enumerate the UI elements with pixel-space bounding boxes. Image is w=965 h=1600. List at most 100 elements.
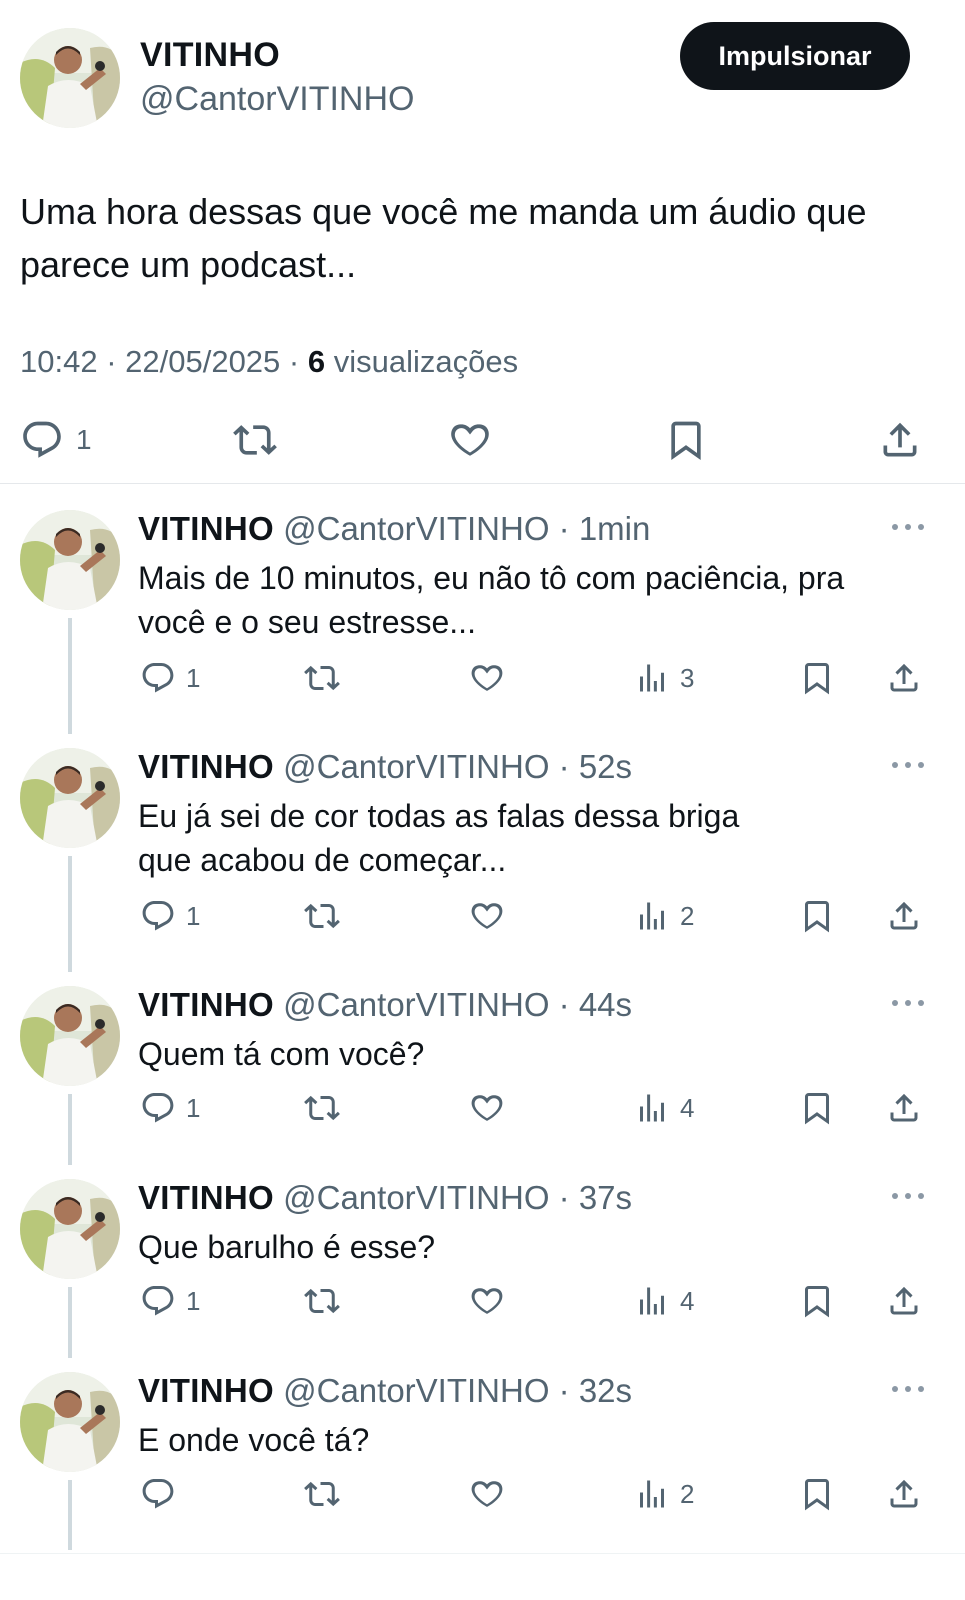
reply-count: 1 [186,1092,201,1123]
author-name[interactable]: VITINHO [138,1179,274,1216]
main-tweet-header: VITINHO @CantorVITINHO Impulsionar [0,0,965,140]
reply-button[interactable]: 1 [20,410,92,470]
author-name[interactable]: VITINHO [138,510,274,547]
more-icon[interactable] [890,522,926,532]
like-button[interactable] [469,894,505,938]
reply-count: 1 [186,1285,201,1316]
tweet-meta: 10:42 · 22/05/2025 · 6 visualizações [20,344,518,380]
reply-time[interactable]: 37s [579,1179,632,1216]
author-handle[interactable]: @CantorVITINHO [283,1179,549,1216]
reply-button[interactable] [140,1472,186,1516]
like-button[interactable] [469,1086,505,1130]
meta-separator: · [549,1179,579,1216]
heart-icon [469,1283,505,1319]
reply-action-bar: 2 [0,1472,965,1516]
bookmark-button[interactable] [799,894,835,938]
views-count: 2 [680,900,695,931]
author-handle[interactable]: @CantorVITINHO [140,80,414,119]
more-icon[interactable] [890,1384,926,1394]
author-handle[interactable]: @CantorVITINHO [283,1372,549,1409]
views-button[interactable]: 2 [634,894,694,938]
like-button[interactable] [469,656,505,700]
bookmark-button[interactable] [799,1086,835,1130]
like-button[interactable] [469,1472,505,1516]
more-icon[interactable] [890,998,926,1008]
reply-text-line: Que barulho é esse? [138,1229,436,1265]
tweet-date[interactable]: 22/05/2025 [125,344,280,379]
avatar[interactable] [20,28,120,128]
share-button[interactable] [886,1279,922,1323]
meta-separator: · [549,1372,579,1409]
bookmark-icon [799,1476,835,1512]
reply-time[interactable]: 44s [579,986,632,1023]
like-button[interactable] [448,410,492,470]
author-name[interactable]: VITINHO [138,986,274,1023]
share-icon [886,1476,922,1512]
share-button[interactable] [886,1472,922,1516]
views-count: 2 [680,1478,695,1509]
heart-icon [469,1476,505,1512]
boost-button[interactable]: Impulsionar [680,22,910,90]
reply-action-bar: 1 4 [0,1086,965,1130]
reply-text-line: você e o seu estresse... [138,604,476,640]
author-name[interactable]: VITINHO [140,36,280,75]
avatar[interactable] [20,1372,120,1472]
avatar[interactable] [20,986,120,1086]
retweet-button[interactable] [304,894,340,938]
author-name[interactable]: VITINHO [138,748,274,785]
heart-icon [448,418,492,462]
views-button[interactable]: 2 [634,1472,694,1516]
meta-separator: · [549,986,579,1023]
more-icon[interactable] [890,760,926,770]
views-count: 4 [680,1285,695,1316]
share-button[interactable] [886,1086,922,1130]
bookmark-button[interactable] [799,1472,835,1516]
share-button[interactable] [886,656,922,700]
reply-text-line: Eu já sei de cor todas as falas dessa br… [138,798,740,834]
reply-count: 1 [186,662,201,693]
reply-text-line: E onde você tá? [138,1422,370,1458]
bookmark-icon [799,1283,835,1319]
reply-header: VITINHO @CantorVITINHO · 1min [138,510,650,548]
meta-separator: · [549,510,579,547]
views-count: 4 [680,1092,695,1123]
reply-text: E onde você tá? [138,1418,938,1462]
share-button[interactable] [886,894,922,938]
reply-time[interactable]: 32s [579,1372,632,1409]
reply-action-bar: 1 4 [0,1279,965,1323]
author-handle[interactable]: @CantorVITINHO [283,510,549,547]
retweet-icon [304,1476,340,1512]
views-button[interactable]: 3 [634,656,694,700]
like-button[interactable] [469,1279,505,1323]
retweet-button[interactable] [304,656,340,700]
share-button[interactable] [878,410,922,470]
more-icon[interactable] [890,1191,926,1201]
author-name[interactable]: VITINHO [138,1372,274,1409]
retweet-button[interactable] [304,1086,340,1130]
retweet-button[interactable] [304,1279,340,1323]
reply-time[interactable]: 52s [579,748,632,785]
avatar[interactable] [20,748,120,848]
views-button[interactable]: 4 [634,1086,694,1130]
heart-icon [469,660,505,696]
author-handle[interactable]: @CantorVITINHO [283,748,549,785]
share-icon [878,418,922,462]
reply-button[interactable]: 1 [140,1086,200,1130]
avatar[interactable] [20,510,120,610]
bookmark-button[interactable] [799,656,835,700]
avatar[interactable] [20,1179,120,1279]
tweet-time[interactable]: 10:42 [20,344,98,379]
retweet-button[interactable] [304,1472,340,1516]
reply-icon [140,1090,176,1126]
reply-text-line: Quem tá com você? [138,1036,425,1072]
author-handle[interactable]: @CantorVITINHO [283,986,549,1023]
reply-button[interactable]: 1 [140,894,200,938]
bookmark-button[interactable] [799,1279,835,1323]
reply-time[interactable]: 1min [579,510,651,547]
bookmark-button[interactable] [664,410,708,470]
reply-text-line: que acabou de começar... [138,842,507,878]
retweet-button[interactable] [233,410,277,470]
reply-button[interactable]: 1 [140,656,200,700]
views-button[interactable]: 4 [634,1279,694,1323]
reply-button[interactable]: 1 [140,1279,200,1323]
